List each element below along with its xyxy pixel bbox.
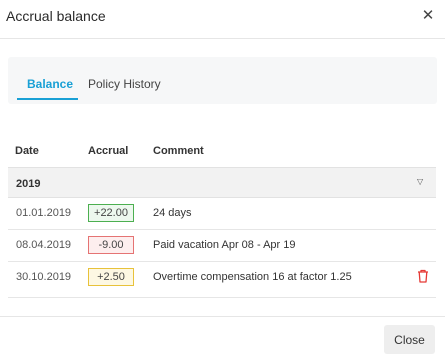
close-button[interactable]: Close: [384, 325, 435, 354]
column-header-comment: Comment: [153, 145, 204, 157]
tab-bar: Balance Policy History: [8, 57, 437, 104]
dialog-header: Accrual balance ✕: [0, 0, 445, 39]
close-icon[interactable]: ✕: [418, 6, 438, 26]
chevron-down-icon[interactable]: ▽: [417, 177, 423, 186]
tab-policy-history[interactable]: Policy History: [88, 77, 161, 91]
dialog-title: Accrual balance: [6, 8, 106, 24]
column-header-accrual: Accrual: [88, 145, 129, 157]
footer-divider: [0, 316, 445, 317]
year-group-row[interactable]: 2019 ▽: [8, 167, 436, 198]
table-row: 01.01.2019 +22.00 24 days: [8, 198, 436, 230]
row-date: 08.04.2019: [16, 239, 72, 251]
row-comment: Overtime compensation 16 at factor 1.25: [153, 271, 352, 283]
row-date: 30.10.2019: [16, 271, 72, 283]
accrual-badge: +22.00: [88, 204, 134, 222]
row-date: 01.01.2019: [16, 207, 72, 219]
table-row: 30.10.2019 +2.50 Overtime compensation 1…: [8, 262, 436, 294]
accrual-badge: +2.50: [88, 268, 134, 286]
active-tab-indicator: [17, 98, 78, 100]
row-comment: 24 days: [153, 207, 192, 219]
tab-balance[interactable]: Balance: [27, 77, 73, 91]
trash-icon[interactable]: [417, 269, 429, 283]
row-comment: Paid vacation Apr 08 - Apr 19: [153, 239, 296, 251]
table-bottom-border: [8, 297, 436, 298]
year-label: 2019: [16, 178, 41, 190]
table-row: 08.04.2019 -9.00 Paid vacation Apr 08 - …: [8, 230, 436, 262]
column-header-date: Date: [15, 145, 39, 157]
accrual-badge: -9.00: [88, 236, 134, 254]
